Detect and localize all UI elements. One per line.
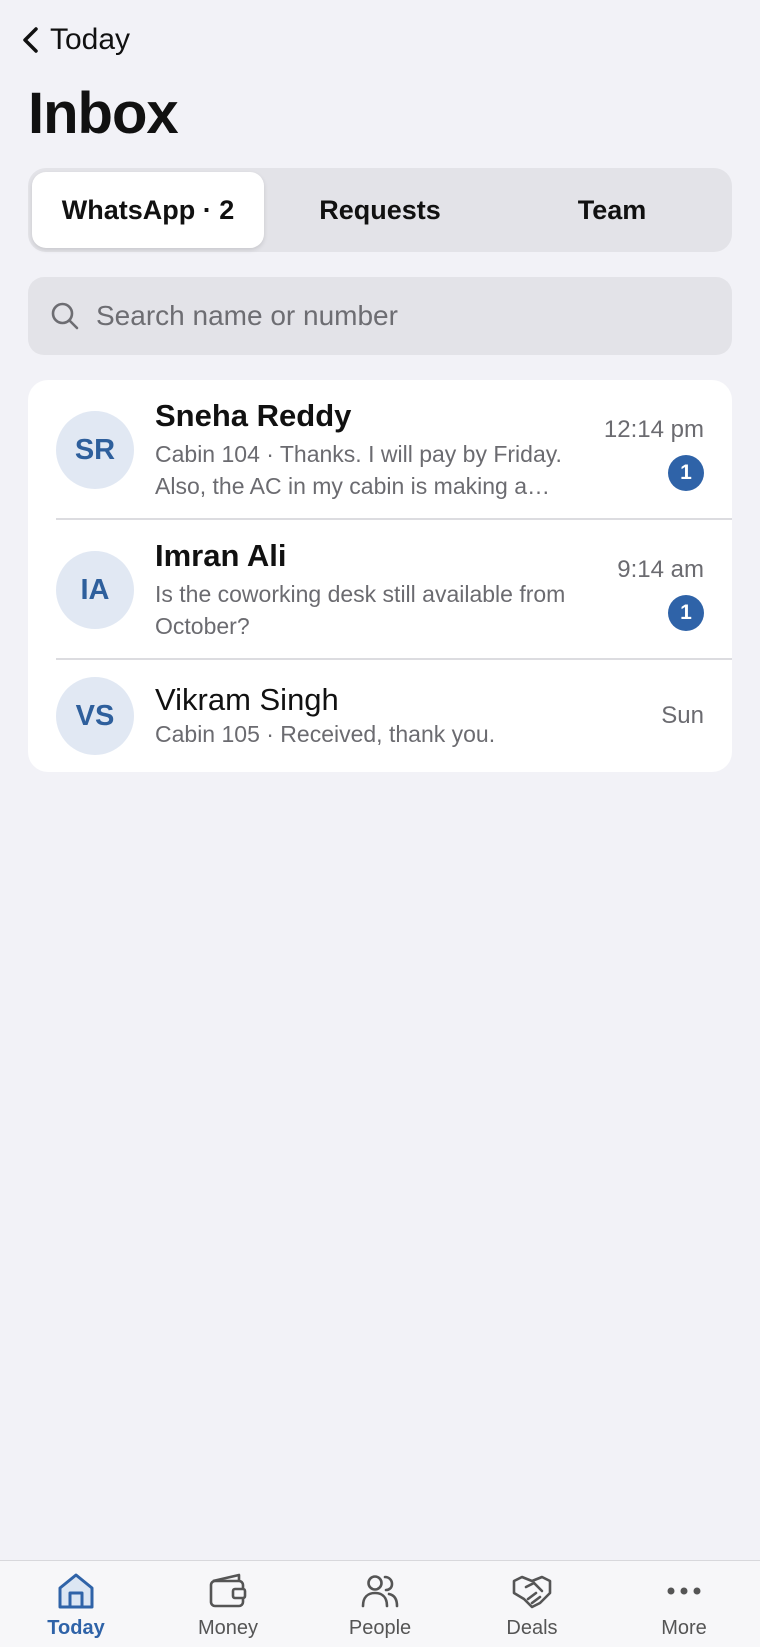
search-input[interactable] xyxy=(96,300,696,332)
message-time: 12:14 pm xyxy=(603,416,704,443)
message-preview: Is the coworking desk still available fr… xyxy=(155,581,566,639)
tabbar-label: Money xyxy=(197,1617,259,1639)
tabbar-item-more[interactable]: More xyxy=(608,1561,760,1647)
message-preview: Cabin 104 · Thanks. I will pay by Friday… xyxy=(155,441,562,499)
segmented-control: WhatsApp · 2 Requests Team xyxy=(28,168,732,252)
search-icon xyxy=(51,302,79,330)
tab-requests[interactable]: Requests xyxy=(264,172,496,248)
conversation-row[interactable]: IA Imran Ali Is the coworking desk still… xyxy=(28,520,732,660)
tab-team[interactable]: Team xyxy=(496,172,728,248)
more-icon xyxy=(667,1587,701,1595)
tabbar-label: Deals xyxy=(506,1617,558,1639)
unread-badge: 1 xyxy=(668,595,704,631)
tabbar-item-today[interactable]: Today xyxy=(0,1561,152,1647)
message-time: 9:14 am xyxy=(617,556,704,583)
tabbar-item-deals[interactable]: Deals xyxy=(456,1561,608,1647)
avatar: VS xyxy=(56,677,134,755)
chevron-left-icon xyxy=(23,27,38,53)
bottom-tab-bar: Today Money People Deals More xyxy=(0,1560,760,1647)
tabbar-item-people[interactable]: People xyxy=(304,1561,456,1647)
tabbar-label: People xyxy=(348,1617,412,1639)
unread-badge: 1 xyxy=(668,455,704,491)
tabbar-item-money[interactable]: Money xyxy=(152,1561,304,1647)
tab-whatsapp[interactable]: WhatsApp · 2 xyxy=(32,172,264,248)
search-bar[interactable] xyxy=(28,277,732,355)
contact-name: Sneha Reddy xyxy=(155,398,352,433)
message-preview: Cabin 105 · Received, thank you. xyxy=(155,721,496,747)
back-button[interactable]: Today xyxy=(18,18,130,62)
handshake-icon xyxy=(512,1575,552,1609)
conversation-list: SR Sneha Reddy Cabin 104 · Thanks. I wil… xyxy=(28,380,732,772)
page-title: Inbox xyxy=(28,81,179,146)
back-label: Today xyxy=(50,23,131,56)
home-icon xyxy=(58,1573,94,1609)
tabbar-label: More xyxy=(661,1617,707,1639)
avatar: SR xyxy=(56,411,134,489)
conversation-row[interactable]: VS Vikram Singh Cabin 105 · Received, th… xyxy=(28,660,732,772)
contact-name: Imran Ali xyxy=(155,538,287,573)
contact-name: Vikram Singh xyxy=(155,682,339,717)
message-time: Sun xyxy=(661,702,704,729)
people-icon xyxy=(361,1575,399,1608)
avatar: IA xyxy=(56,551,134,629)
conversation-row[interactable]: SR Sneha Reddy Cabin 104 · Thanks. I wil… xyxy=(28,380,732,520)
tabbar-label: Today xyxy=(47,1617,105,1639)
wallet-icon xyxy=(209,1573,247,1608)
